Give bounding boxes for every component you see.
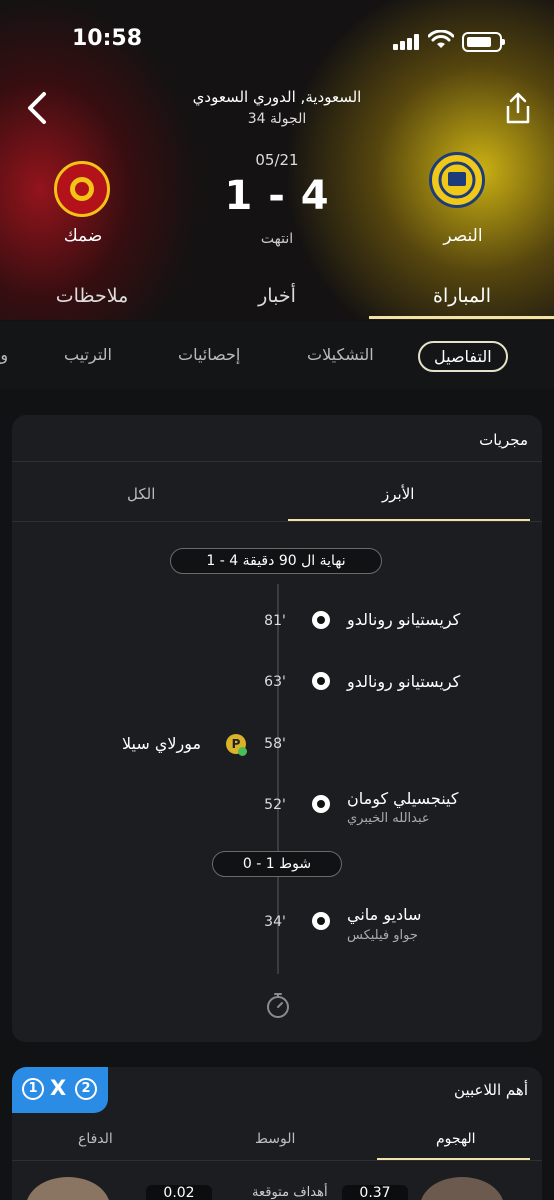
sub-tabs: التفاصيل التشكيلات إحصائيات الترتيب وج: [0, 321, 554, 389]
tab-defense[interactable]: الدفاع: [78, 1131, 113, 1147]
divider: [12, 521, 542, 522]
odds-badge[interactable]: 1 X 2: [12, 1067, 108, 1113]
player-avatar[interactable]: [26, 1177, 110, 1200]
half-time-pill: شوط 1 - 0: [212, 851, 342, 877]
full-time-pill: نهاية ال 90 دقيقة 4 - 1: [170, 548, 382, 574]
events-card: مجريات الأبرز الكل نهاية ال 90 دقيقة 4 -…: [12, 415, 542, 1042]
event-minute: 81': [264, 613, 286, 629]
odds-draw: X: [50, 1076, 67, 1100]
player-stat-value: 0.37: [342, 1185, 408, 1200]
event-minute: 58': [264, 736, 286, 752]
tab-stats[interactable]: إحصائيات: [178, 345, 240, 364]
event-assist[interactable]: جواو فيليكس: [347, 928, 418, 943]
tab-midfield[interactable]: الوسط: [255, 1131, 295, 1147]
match-header: 10:58 السعودية, الدوري السعودي الجولة 34…: [0, 0, 554, 320]
player-stat-value: 0.02: [146, 1185, 212, 1200]
tab-table[interactable]: الترتيب: [64, 345, 112, 364]
segment-highlights[interactable]: الأبرز: [382, 485, 414, 503]
goal-icon: [312, 611, 330, 629]
main-tabs: المباراة أخبار ملاحظات: [0, 285, 554, 321]
event-player[interactable]: كريستيانو رونالدو: [347, 672, 460, 691]
goal-icon: [312, 672, 330, 690]
tab-lineups[interactable]: التشكيلات: [307, 345, 374, 364]
away-team-name[interactable]: ضمك: [23, 226, 143, 246]
player-avatar[interactable]: [420, 1177, 504, 1200]
status-time: 10:58: [72, 26, 143, 51]
round-label: الجولة 34: [247, 111, 307, 127]
tab-attack[interactable]: الهجوم: [436, 1131, 476, 1147]
home-team-logo[interactable]: [429, 152, 485, 208]
top-players-card: 1 X 2 أهم اللاعبين الهجوم الوسط الدفاع 0…: [12, 1067, 542, 1200]
tab-match[interactable]: المباراة: [370, 285, 554, 307]
divider: [12, 1160, 542, 1161]
event-player[interactable]: ساديو ماني: [347, 905, 421, 924]
odds-away: 2: [75, 1078, 97, 1100]
event-assist[interactable]: عبدالله الخيبري: [347, 811, 430, 826]
league-name[interactable]: السعودية, الدوري السعودي: [0, 88, 554, 106]
status-bar: 10:58: [0, 0, 554, 80]
away-team-logo[interactable]: [54, 161, 110, 217]
events-title: مجريات: [479, 431, 528, 449]
stat-label: أهداف متوقعة: [252, 1185, 328, 1200]
cellular-signal-icon: [393, 34, 421, 50]
segment-all[interactable]: الكل: [127, 485, 155, 503]
goal-icon: [312, 912, 330, 930]
divider: [12, 461, 542, 462]
damac-crest-icon: [70, 177, 94, 201]
odds-home: 1: [22, 1078, 44, 1100]
nassr-crest-icon: [438, 161, 476, 199]
goal-icon: [312, 795, 330, 813]
wifi-icon: [428, 30, 454, 48]
home-team-name[interactable]: النصر: [403, 226, 523, 246]
tab-notes[interactable]: ملاحظات: [0, 285, 184, 307]
event-minute: 63': [264, 674, 286, 690]
event-player[interactable]: كريستيانو رونالدو: [347, 610, 460, 629]
event-player[interactable]: مورلاي سيلا: [122, 734, 201, 753]
tab-news[interactable]: أخبار: [185, 285, 369, 307]
battery-icon: [462, 32, 505, 52]
event-minute: 52': [264, 797, 286, 813]
active-tab-indicator: [369, 316, 554, 319]
event-player[interactable]: كينجسيلي كومان: [347, 789, 459, 808]
tab-details[interactable]: التفاصيل: [418, 341, 508, 372]
tab-more[interactable]: وج: [0, 345, 8, 364]
top-players-title: أهم اللاعبين: [454, 1081, 528, 1099]
stopwatch-icon: [267, 993, 289, 1018]
event-minute: 34': [264, 914, 286, 930]
penalty-status-icon: [238, 747, 247, 756]
